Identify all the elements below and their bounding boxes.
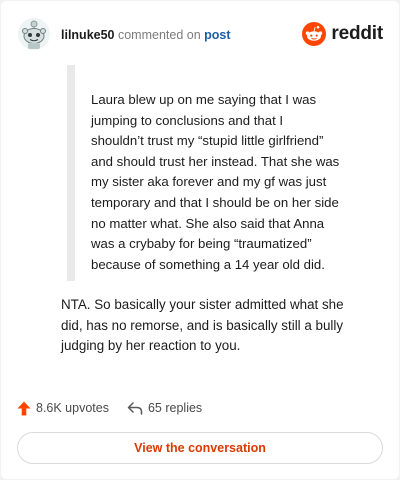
reply-count: 65 replies: [147, 401, 203, 415]
quoted-text: Laura blew up on me saying that I was ju…: [91, 90, 383, 275]
quote-line: temporary and that I should be on her si…: [91, 194, 339, 210]
reddit-brand[interactable]: reddit: [302, 22, 383, 46]
view-conversation-button[interactable]: View the conversation: [17, 432, 383, 464]
quote-line: Laura blew up on me saying that I was: [91, 92, 317, 107]
reddit-wordmark: reddit: [331, 23, 383, 44]
quote-line: because of something a 14 year old did.: [91, 256, 325, 272]
comment-header: lilnuke50 commented on post reddit: [17, 17, 383, 51]
reddit-logo-icon: [302, 22, 327, 46]
quote-line: jumping to conclusions and that I: [91, 112, 284, 128]
comment-body: NTA. So basically your sister admitted w…: [61, 295, 387, 357]
comment-stats: 8.6K upvotes 65 replies: [17, 398, 202, 418]
snoo-avatar-icon[interactable]: [17, 17, 51, 51]
quote-line: my sister aka forever and my gf was just: [91, 174, 327, 190]
upvote-arrow-icon: [17, 401, 31, 415]
post-link[interactable]: post: [204, 28, 230, 42]
quote-line: no matter what. She also said that Anna: [91, 215, 325, 231]
quote-line: was a crybaby for being “traumatized”: [91, 236, 312, 252]
upvote-stat[interactable]: 8.6K upvotes: [17, 401, 109, 416]
comment-line: did, has no remorse, and is basically st…: [61, 317, 344, 333]
action-text: commented on: [117, 28, 201, 42]
upvote-count: 8.6K upvotes: [36, 401, 109, 415]
quote-line: and should trust her instead. That she w…: [91, 153, 340, 169]
quote-line: shouldn’t trust my “stupid little girlfr…: [91, 133, 324, 149]
reply-arrow-icon: [127, 402, 143, 415]
reply-stat[interactable]: 65 replies: [127, 401, 202, 415]
username-link[interactable]: lilnuke50: [61, 28, 115, 42]
comment-card: lilnuke50 commented on post reddit Laura…: [1, 1, 399, 479]
comment-line: NTA. So basically your sister admitted w…: [61, 297, 344, 312]
comment-line: judging by her reaction to you.: [61, 338, 241, 354]
quote-bar: [67, 65, 75, 281]
comment-meta: lilnuke50 commented on post: [61, 27, 231, 43]
